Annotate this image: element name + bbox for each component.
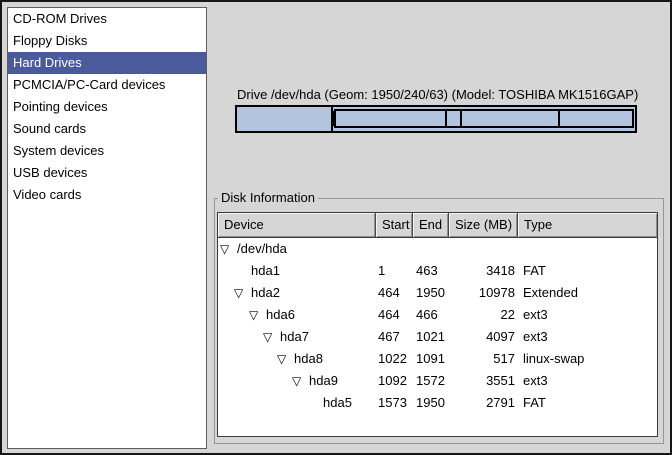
device-cell: ▽ hda9 bbox=[218, 370, 376, 392]
type-cell: Extended bbox=[518, 282, 657, 304]
device-cell: ▽ hda7 bbox=[218, 326, 376, 348]
sidebar-item-video-cards[interactable]: Video cards bbox=[8, 184, 206, 206]
device-label: hda8 bbox=[294, 348, 323, 370]
end-cell: 1950 bbox=[413, 282, 449, 304]
column-header-end[interactable]: End bbox=[413, 213, 449, 237]
logical-boundary-hda8 bbox=[460, 111, 462, 126]
sidebar-item-pcmcia-devices[interactable]: PCMCIA/PC-Card devices bbox=[8, 74, 206, 96]
size-cell: 3551 bbox=[449, 370, 518, 392]
sidebar-item-floppy-disks[interactable]: Floppy Disks bbox=[8, 30, 206, 52]
table-row-hda5[interactable]: hda5 1573 1950 2791 FAT bbox=[218, 392, 657, 414]
logical-boundary-hda9 bbox=[558, 111, 560, 126]
table-row-hda9[interactable]: ▽ hda9 1092 1572 3551 ext3 bbox=[218, 370, 657, 392]
size-cell: 3418 bbox=[449, 260, 518, 282]
sidebar-item-system-devices[interactable]: System devices bbox=[8, 140, 206, 162]
logical-boundary-hda6 bbox=[332, 111, 334, 126]
column-header-start[interactable]: Start bbox=[376, 213, 413, 237]
end-cell: 1572 bbox=[413, 370, 449, 392]
type-cell bbox=[518, 238, 657, 260]
table-row-hda2[interactable]: ▽ hda2 464 1950 10978 Extended bbox=[218, 282, 657, 304]
end-cell bbox=[413, 238, 449, 260]
sidebar-item-pointing-devices[interactable]: Pointing devices bbox=[8, 96, 206, 118]
device-label: hda6 bbox=[266, 304, 295, 326]
type-cell: FAT bbox=[518, 392, 657, 414]
device-category-list: CD-ROM Drives Floppy Disks Hard Drives P… bbox=[7, 7, 207, 449]
size-cell: 10978 bbox=[449, 282, 518, 304]
device-cell: ▽ hda6 bbox=[218, 304, 376, 326]
device-label: /dev/hda bbox=[237, 238, 287, 260]
end-cell: 1091 bbox=[413, 348, 449, 370]
expander-open-icon[interactable]: ▽ bbox=[220, 238, 237, 260]
size-cell: 4097 bbox=[449, 326, 518, 348]
expander-open-icon[interactable]: ▽ bbox=[249, 304, 266, 326]
size-cell: 22 bbox=[449, 304, 518, 326]
end-cell: 1021 bbox=[413, 326, 449, 348]
table-body: ▽ /dev/hda hda1 1 463 3418 bbox=[218, 238, 657, 436]
disk-information-frame: Disk Information Device Start End Size (… bbox=[214, 198, 664, 444]
disk-info-table: Device Start End Size (MB) Type ▽ /dev/h… bbox=[217, 212, 658, 437]
sidebar-item-hard-drives[interactable]: Hard Drives bbox=[8, 52, 206, 74]
column-header-type[interactable]: Type bbox=[518, 213, 657, 237]
type-cell: ext3 bbox=[518, 326, 657, 348]
start-cell bbox=[376, 238, 413, 260]
table-header-row: Device Start End Size (MB) Type bbox=[218, 213, 657, 238]
expander-open-icon[interactable]: ▽ bbox=[277, 348, 294, 370]
device-cell: hda1 bbox=[218, 260, 376, 282]
start-cell: 1092 bbox=[376, 370, 413, 392]
start-cell: 464 bbox=[376, 282, 413, 304]
size-cell bbox=[449, 238, 518, 260]
device-label: hda1 bbox=[251, 260, 280, 282]
table-row-hda7[interactable]: ▽ hda7 467 1021 4097 ext3 bbox=[218, 326, 657, 348]
table-row-hda1[interactable]: hda1 1 463 3418 FAT bbox=[218, 260, 657, 282]
end-cell: 463 bbox=[413, 260, 449, 282]
start-cell: 1022 bbox=[376, 348, 413, 370]
type-cell: ext3 bbox=[518, 304, 657, 326]
device-label: hda9 bbox=[309, 370, 338, 392]
device-label: hda7 bbox=[280, 326, 309, 348]
column-header-size[interactable]: Size (MB) bbox=[449, 213, 518, 237]
extended-partition-box-hda2 bbox=[334, 109, 634, 128]
type-cell: ext3 bbox=[518, 370, 657, 392]
expander-open-icon[interactable]: ▽ bbox=[263, 326, 280, 348]
sidebar-item-cdrom-drives[interactable]: CD-ROM Drives bbox=[8, 8, 206, 30]
table-row-hda8[interactable]: ▽ hda8 1022 1091 517 linux-swap bbox=[218, 348, 657, 370]
type-cell: FAT bbox=[518, 260, 657, 282]
device-label: hda5 bbox=[323, 392, 352, 414]
expander-open-icon[interactable]: ▽ bbox=[234, 282, 251, 304]
device-cell: hda5 bbox=[218, 392, 376, 414]
device-cell: ▽ hda2 bbox=[218, 282, 376, 304]
start-cell: 467 bbox=[376, 326, 413, 348]
type-cell: linux-swap bbox=[518, 348, 657, 370]
disk-information-frame-label: Disk Information bbox=[218, 190, 318, 205]
table-row-hda6[interactable]: ▽ hda6 464 466 22 ext3 bbox=[218, 304, 657, 326]
device-label: hda2 bbox=[251, 282, 280, 304]
column-header-device[interactable]: Device bbox=[218, 213, 376, 237]
start-cell: 1573 bbox=[376, 392, 413, 414]
size-cell: 2791 bbox=[449, 392, 518, 414]
sidebar-item-sound-cards[interactable]: Sound cards bbox=[8, 118, 206, 140]
end-cell: 466 bbox=[413, 304, 449, 326]
table-row-dev-hda[interactable]: ▽ /dev/hda bbox=[218, 238, 657, 260]
logical-boundary-hda7 bbox=[445, 111, 447, 126]
drive-summary-label: Drive /dev/hda (Geom: 1950/240/63) (Mode… bbox=[237, 87, 638, 102]
expander-open-icon[interactable]: ▽ bbox=[292, 370, 309, 392]
partition-bar bbox=[235, 105, 637, 133]
end-cell: 1950 bbox=[413, 392, 449, 414]
device-cell: ▽ /dev/hda bbox=[218, 238, 376, 260]
start-cell: 464 bbox=[376, 304, 413, 326]
start-cell: 1 bbox=[376, 260, 413, 282]
hardware-browser-window: CD-ROM Drives Floppy Disks Hard Drives P… bbox=[0, 0, 672, 455]
size-cell: 517 bbox=[449, 348, 518, 370]
device-cell: ▽ hda8 bbox=[218, 348, 376, 370]
sidebar-item-usb-devices[interactable]: USB devices bbox=[8, 162, 206, 184]
